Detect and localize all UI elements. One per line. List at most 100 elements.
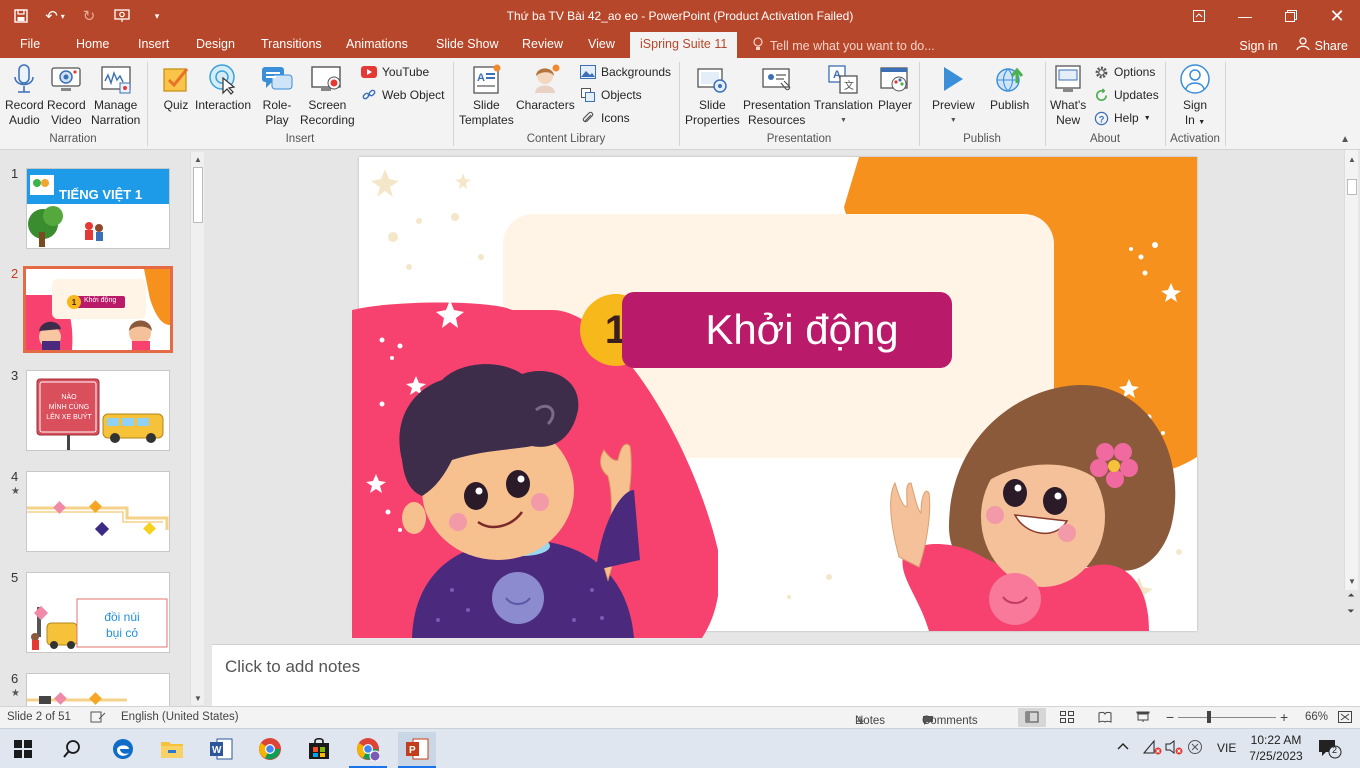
character-icon: [528, 62, 562, 96]
preview-button[interactable]: Preview ▼: [932, 62, 975, 128]
powerpoint-icon[interactable]: P: [398, 732, 436, 766]
network-icon[interactable]: [1142, 739, 1162, 758]
customize-toolbar-icon[interactable]: ▾: [144, 4, 170, 28]
title-bar: ↶ ▾ ↻ ▾ Thứ ba TV Bài 42_ao eo - PowerPoi…: [0, 0, 1360, 32]
whats-new-button[interactable]: What's New: [1050, 62, 1086, 128]
show-hidden-icons[interactable]: [1116, 739, 1130, 756]
slide-thumbnail-4[interactable]: [26, 471, 170, 552]
slide-title[interactable]: Khởi động: [622, 292, 952, 368]
spellcheck-icon[interactable]: [90, 711, 106, 726]
previous-slide-icon[interactable]: ⏶: [1344, 590, 1358, 606]
slide-thumbnail-1[interactable]: TIẾNG VIỆT 1: [26, 168, 170, 249]
minimize-icon[interactable]: —: [1222, 0, 1268, 32]
slideshow-view-icon[interactable]: [1136, 711, 1150, 726]
slide-thumbnail-2[interactable]: 1 Khởi động: [23, 266, 173, 353]
ribbon-display-options-icon[interactable]: [1176, 0, 1222, 32]
screen-recording-button[interactable]: Screen Recording: [300, 62, 355, 128]
presentation-resources-button[interactable]: Presentation Resources: [743, 62, 810, 128]
file-explorer-icon[interactable]: [157, 735, 187, 763]
save-icon[interactable]: [8, 4, 34, 28]
slide-thumbnail-5[interactable]: đồi núi bụi cỏ: [26, 572, 170, 653]
restore-icon[interactable]: [1268, 0, 1314, 32]
reading-view-icon[interactable]: [1098, 711, 1112, 726]
thumb-number: 4: [11, 469, 19, 484]
slide-scrollbar[interactable]: ▲ ▼: [1344, 150, 1358, 590]
characters-button[interactable]: Characters: [516, 62, 575, 113]
tab-transitions[interactable]: Transitions: [261, 37, 322, 51]
edge-browser-icon[interactable]: [108, 735, 138, 763]
role-play-button[interactable]: Role- Play: [260, 62, 294, 128]
redo-icon[interactable]: ↻: [76, 4, 102, 28]
interaction-button[interactable]: Interaction: [195, 62, 251, 113]
record-audio-button[interactable]: Record Audio: [5, 62, 44, 128]
backgrounds-button[interactable]: Backgrounds: [580, 64, 671, 80]
tab-review[interactable]: Review: [522, 37, 563, 51]
word-icon[interactable]: W: [206, 735, 236, 763]
tab-insert[interactable]: Insert: [138, 37, 169, 51]
slide-sorter-view-icon[interactable]: [1060, 711, 1074, 726]
scroll-thumb[interactable]: [193, 167, 203, 223]
record-video-button[interactable]: Record Video: [47, 62, 86, 128]
zoom-level[interactable]: 66%: [1305, 711, 1328, 723]
clock[interactable]: 10:22 AM 7/25/2023: [1248, 732, 1304, 764]
player-button[interactable]: Player: [878, 62, 912, 113]
chrome-icon[interactable]: [255, 735, 285, 763]
translation-button[interactable]: A文 Translation ▼: [814, 62, 873, 128]
tab-file[interactable]: File: [20, 37, 40, 51]
scroll-thumb[interactable]: [1347, 179, 1357, 195]
tell-me-box[interactable]: Tell me what you want to do...: [752, 37, 935, 54]
notes-pane[interactable]: Click to add notes: [212, 644, 1360, 706]
language-indicator[interactable]: English (United States): [121, 711, 239, 723]
person-icon: [1296, 37, 1310, 54]
scroll-down-icon[interactable]: ▼: [191, 691, 205, 705]
zoom-slider-thumb[interactable]: [1207, 711, 1211, 723]
narration-timeline-icon: [99, 62, 133, 96]
sign-in-button[interactable]: Sign In ▼: [1178, 62, 1212, 130]
web-object-button[interactable]: Web Object: [361, 87, 444, 103]
objects-button[interactable]: Objects: [580, 87, 642, 103]
icons-button[interactable]: Icons: [580, 110, 630, 126]
share-button[interactable]: Share: [1296, 37, 1348, 54]
next-slide-icon[interactable]: ⏷: [1344, 606, 1358, 622]
start-from-beginning-icon[interactable]: [106, 4, 140, 28]
fit-to-window-icon[interactable]: [1338, 711, 1352, 726]
notification-center-icon[interactable]: 2: [1318, 739, 1342, 762]
tab-design[interactable]: Design: [196, 37, 235, 51]
sign-in-link[interactable]: Sign in: [1239, 39, 1277, 53]
slide-thumbnail-3[interactable]: NÀO MÌNH CÙNG LÊN XE BUÝT: [26, 370, 170, 451]
slide-templates-button[interactable]: A Slide Templates: [459, 62, 514, 128]
youtube-button[interactable]: YouTube: [361, 64, 429, 80]
volume-muted-icon[interactable]: [1164, 739, 1184, 758]
options-button[interactable]: Options: [1093, 64, 1155, 80]
zoom-in-button[interactable]: +: [1280, 709, 1288, 725]
scroll-up-icon[interactable]: ▲: [1345, 152, 1359, 166]
undo-icon[interactable]: ↶ ▾: [38, 4, 72, 28]
tab-home[interactable]: Home: [76, 37, 109, 51]
scroll-down-icon[interactable]: ▼: [1345, 574, 1359, 588]
zoom-out-button[interactable]: −: [1166, 709, 1174, 725]
blocked-icon[interactable]: [1187, 739, 1203, 758]
zoom-slider[interactable]: [1178, 717, 1276, 718]
scroll-up-icon[interactable]: ▲: [191, 152, 205, 166]
tab-view[interactable]: View: [588, 37, 615, 51]
normal-view-button[interactable]: [1018, 708, 1046, 727]
tab-animations[interactable]: Animations: [346, 37, 408, 51]
help-button[interactable]: ? Help ▼: [1093, 110, 1151, 126]
slide-thumbnail-6[interactable]: [26, 673, 170, 706]
search-icon[interactable]: [57, 735, 87, 763]
manage-narration-button[interactable]: Manage Narration: [91, 62, 140, 128]
chrome-profile-icon[interactable]: [353, 735, 383, 763]
collapse-ribbon-icon[interactable]: ▲: [1340, 134, 1350, 145]
microsoft-store-icon[interactable]: [304, 735, 334, 763]
slide-properties-button[interactable]: Slide Properties: [685, 62, 740, 128]
tab-ispring-suite[interactable]: iSpring Suite 11: [630, 32, 738, 58]
user-circle-icon: [1178, 62, 1212, 96]
thumbnails-scrollbar[interactable]: ▲ ▼: [190, 152, 204, 705]
windows-start-icon[interactable]: [8, 735, 38, 763]
tab-slide-show[interactable]: Slide Show: [436, 37, 499, 51]
input-language[interactable]: VIE: [1217, 741, 1236, 755]
close-icon[interactable]: ✕: [1314, 0, 1360, 32]
publish-button[interactable]: Publish: [990, 62, 1029, 113]
updates-button[interactable]: Updates: [1093, 87, 1159, 103]
quiz-button[interactable]: Quiz: [159, 62, 193, 113]
